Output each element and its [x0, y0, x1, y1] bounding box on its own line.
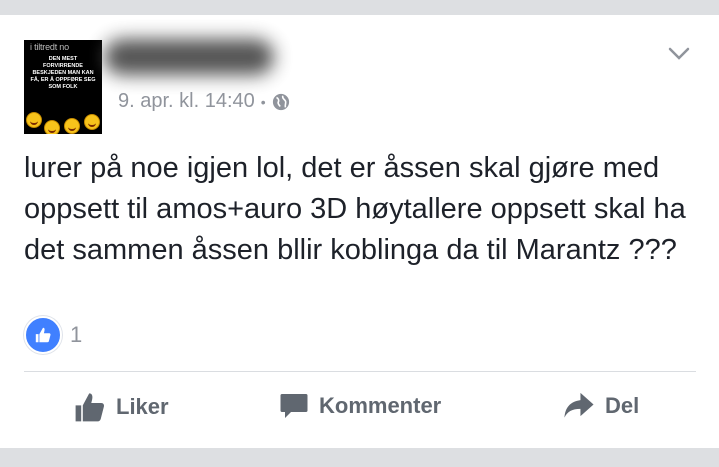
globe-icon	[272, 93, 289, 110]
avatar[interactable]: i tiltredt no DEN MEST FORVIRRENDE BESKJ…	[24, 40, 102, 134]
author-name-redacted[interactable]	[104, 39, 274, 75]
post-card: i tiltredt no DEN MEST FORVIRRENDE BESKJ…	[0, 15, 719, 448]
reaction-summary[interactable]: 1	[24, 316, 82, 354]
divider	[24, 371, 696, 372]
emoji-icon	[84, 114, 100, 130]
like-label: Liker	[116, 394, 169, 419]
emoji-icon	[44, 120, 60, 134]
action-bar: Liker Kommenter Del	[0, 383, 719, 433]
emoji-icon	[64, 118, 80, 134]
like-reaction-icon	[24, 316, 62, 354]
thumbs-up-icon	[75, 393, 105, 422]
share-icon	[564, 392, 594, 418]
comment-button[interactable]: Kommenter	[279, 391, 441, 421]
emoji-icon	[26, 112, 42, 128]
reaction-count: 1	[70, 322, 83, 347]
post-timestamp[interactable]: 9. apr. kl. 14:40	[118, 90, 255, 113]
share-label: Del	[605, 393, 640, 418]
avatar-image-text: DEN MEST FORVIRRENDE BESKJEDEN MAN KAN F…	[30, 56, 96, 90]
like-button[interactable]: Liker	[74, 391, 169, 423]
chevron-down-icon[interactable]	[668, 47, 690, 61]
meta-separator: •	[260, 93, 266, 110]
avatar-top-text: i tiltredt no	[30, 42, 69, 52]
share-button[interactable]: Del	[563, 391, 639, 421]
comment-label: Kommenter	[319, 393, 442, 418]
comment-icon	[280, 394, 308, 418]
post-meta: 9. apr. kl. 14:40 •	[118, 90, 290, 113]
post-text: lurer på noe igjen lol, det er åssen ska…	[24, 152, 686, 266]
